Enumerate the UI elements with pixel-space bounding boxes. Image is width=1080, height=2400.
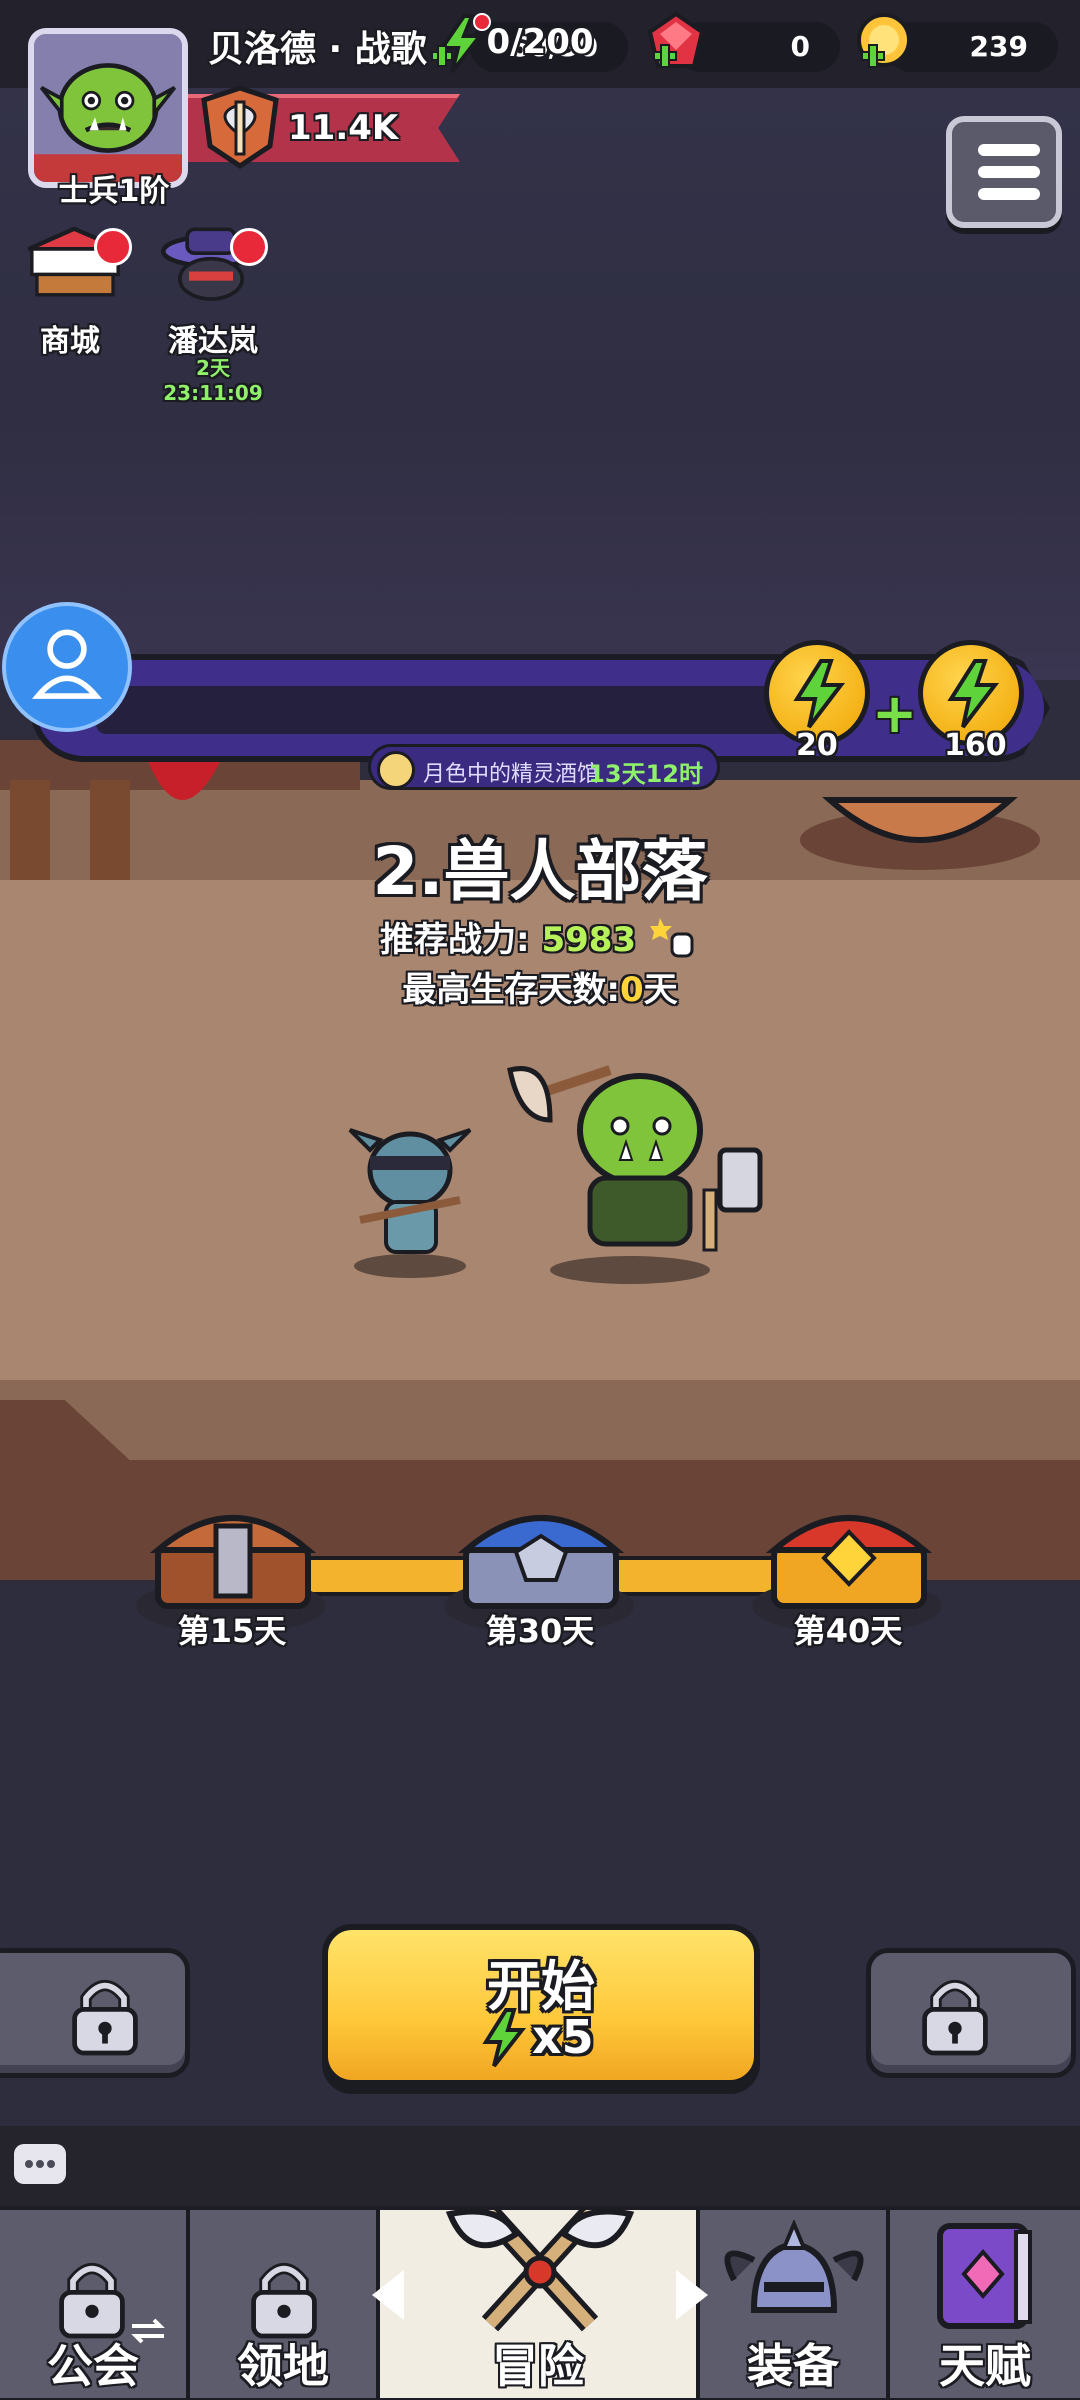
max-days-unit: 天 — [643, 970, 678, 1010]
chest-day-label: 第40天 — [793, 1612, 903, 1650]
crossed-axes-icon — [445, 2206, 635, 2332]
max-days-label: 最高生存天数: — [402, 970, 620, 1010]
pandaren-notification-badge — [230, 228, 268, 266]
shop-notification-badge — [94, 228, 132, 266]
gold-chest-icon[interactable] — [764, 1496, 934, 1616]
tab-territory[interactable]: 领地 — [190, 2210, 380, 2398]
combat-power-value: 11.4K — [288, 108, 399, 148]
recommended-power-label: 推荐战力: — [380, 920, 530, 960]
troll-character-icon — [348, 1128, 472, 1278]
event-time: 13天12时 — [588, 760, 703, 788]
chest-day-label: 第30天 — [485, 1612, 595, 1650]
axe-shield-icon — [201, 85, 279, 170]
shop-label: 商城 — [40, 324, 100, 359]
horned-helmet-icon — [724, 2220, 864, 2313]
start-energy-cost: x5 — [532, 2010, 594, 2064]
season-reward-premium-value: 160 — [944, 728, 1007, 763]
tab-equipment[interactable]: 装备 — [700, 2210, 890, 2398]
tab-equipment-label: 装备 — [747, 2339, 839, 2393]
lock-icon — [922, 1979, 988, 2056]
locked-mode-right-button[interactable] — [866, 1948, 1076, 2078]
lightning-bolt-icon — [947, 659, 1000, 729]
stage-title: 2.兽人部落 — [372, 833, 708, 910]
menu-button[interactable] — [946, 116, 1062, 228]
start-button[interactable]: 开始 x5 — [322, 1924, 760, 2086]
tab-guild-label: 公会 — [47, 2339, 139, 2393]
rank-label: 士兵1阶 — [58, 174, 170, 209]
locked-mode-left-button[interactable] — [0, 1948, 190, 2078]
tab-adventure[interactable]: 冒险 — [380, 2206, 700, 2398]
plus-icon: + — [872, 682, 918, 745]
clock-icon — [377, 751, 415, 789]
event-timer-tag[interactable]: 月色中的精灵酒馆 13天12时 — [368, 744, 720, 790]
season-reward-free-value: 20 — [796, 728, 838, 763]
recommended-power-value: 5983 — [541, 920, 637, 960]
pointing-hand-icon — [650, 918, 694, 958]
tab-guild[interactable]: 公会 — [0, 2210, 190, 2398]
season-progress-track — [96, 686, 836, 734]
spellbook-icon — [937, 2223, 1032, 2329]
chat-dots-icon — [25, 2160, 55, 2168]
silver-chest-icon[interactable] — [456, 1496, 626, 1616]
wooden-chest-icon[interactable] — [148, 1496, 318, 1616]
chest-day-label: 第15天 — [177, 1612, 287, 1650]
tab-talent-label: 天赋 — [939, 2339, 1031, 2393]
recommended-power: 推荐战力: 5983 — [380, 912, 636, 961]
event-name: 月色中的精灵酒馆 — [423, 762, 600, 787]
tab-adventure-label: 冒险 — [492, 2339, 584, 2393]
user-icon — [31, 629, 103, 699]
season-progress-text: 0/200 — [486, 22, 594, 62]
lock-icon — [72, 1979, 138, 2056]
pandaren-timer: 2天23:11:09 — [163, 356, 263, 405]
lightning-bolt-icon — [793, 659, 846, 729]
lightning-bolt-icon — [482, 2008, 526, 2068]
orc-warrior-character-icon — [507, 1065, 763, 1284]
profile-button[interactable] — [2, 602, 132, 732]
tab-talent[interactable]: 天赋 — [890, 2210, 1080, 2398]
max-survival-days: 最高生存天数:0天 — [0, 962, 1080, 1011]
tab-territory-label: 领地 — [237, 2339, 329, 2393]
chat-bubble-icon[interactable] — [14, 2144, 66, 2184]
max-days-value: 0 — [619, 970, 644, 1010]
